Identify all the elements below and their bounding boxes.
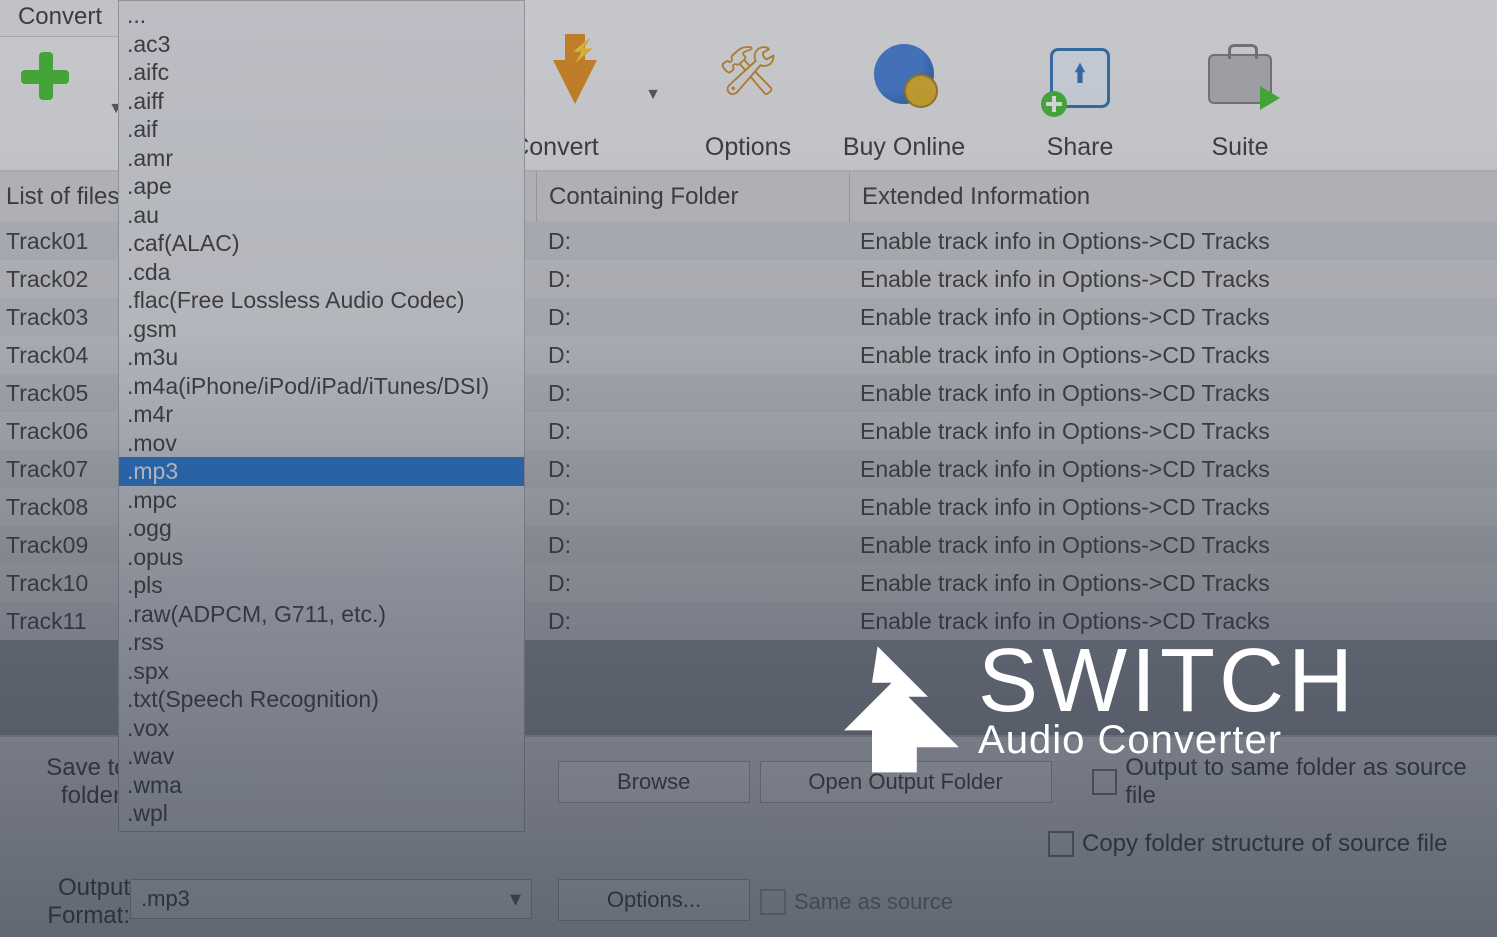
same-as-source-label: Same as source: [794, 889, 953, 915]
file-folder: D:: [536, 266, 848, 293]
file-ext-info: Enable track info in Options->CD Tracks: [848, 456, 1497, 483]
output-format-value: .mp3: [141, 886, 190, 912]
format-option[interactable]: .txt(Speech Recognition): [119, 685, 524, 714]
options-label: Options: [668, 133, 828, 162]
format-option[interactable]: .gsm: [119, 315, 524, 344]
add-files-button[interactable]: ▼ Add File(s): [0, 34, 120, 170]
output-format-label: Output Format:: [0, 874, 140, 930]
checkbox-icon: [1048, 831, 1074, 857]
format-option[interactable]: .vox: [119, 714, 524, 743]
format-option[interactable]: .mpc: [119, 486, 524, 515]
file-folder: D:: [536, 494, 848, 521]
file-folder: D:: [536, 532, 848, 559]
chevron-down-icon[interactable]: ▼: [645, 86, 661, 104]
brand-name: SWITCH: [978, 638, 1357, 724]
format-dropdown[interactable]: ....ac3.aifc.aiff.aif.amr.ape.au.caf(ALA…: [118, 0, 525, 832]
suite-label: Suite: [1160, 133, 1320, 162]
format-option[interactable]: .wma: [119, 771, 524, 800]
share-icon: [1050, 48, 1110, 108]
browse-button[interactable]: Browse: [558, 761, 750, 803]
file-ext-info: Enable track info in Options->CD Tracks: [848, 304, 1497, 331]
file-folder: D:: [536, 380, 848, 407]
buy-online-button[interactable]: Buy Online: [824, 38, 984, 170]
format-option[interactable]: .aifc: [119, 58, 524, 87]
share-button[interactable]: Share: [1000, 38, 1160, 170]
format-option[interactable]: .au: [119, 201, 524, 230]
format-option[interactable]: .aiff: [119, 87, 524, 116]
format-option[interactable]: .m4r: [119, 400, 524, 429]
options-button[interactable]: 🛠 Options: [668, 38, 828, 170]
file-ext-info: Enable track info in Options->CD Tracks: [848, 380, 1497, 407]
convert-arrow-icon: ⚡: [553, 60, 597, 104]
copy-structure-label: Copy folder structure of source file: [1082, 830, 1448, 858]
format-option[interactable]: .mp3: [119, 457, 524, 486]
file-ext-info: Enable track info in Options->CD Tracks: [848, 532, 1497, 559]
col-folder[interactable]: Containing Folder: [536, 172, 849, 222]
format-option[interactable]: .m4a(iPhone/iPod/iPad/iTunes/DSI): [119, 372, 524, 401]
file-ext-info: Enable track info in Options->CD Tracks: [848, 266, 1497, 293]
suite-button[interactable]: Suite: [1160, 38, 1320, 170]
file-ext-info: Enable track info in Options->CD Tracks: [848, 418, 1497, 445]
format-option[interactable]: .cda: [119, 258, 524, 287]
brand-logo: SWITCH Audio Converter: [830, 638, 1357, 778]
format-option[interactable]: .flac(Free Lossless Audio Codec): [119, 286, 524, 315]
output-format-combo[interactable]: .mp3 ▾: [130, 879, 532, 919]
plus-icon: [17, 48, 73, 104]
format-option[interactable]: .m3u: [119, 343, 524, 372]
format-option[interactable]: .aif: [119, 115, 524, 144]
format-option[interactable]: .pls: [119, 571, 524, 600]
file-ext-info: Enable track info in Options->CD Tracks: [848, 494, 1497, 521]
convert-menu[interactable]: Convert: [0, 0, 121, 37]
app-root: Convert ▼ Add File(s) ⚡ ▼ Convert 🛠 Opti…: [0, 0, 1497, 937]
format-option[interactable]: .ac3: [119, 30, 524, 59]
format-option[interactable]: .mov: [119, 429, 524, 458]
file-folder: D:: [536, 342, 848, 369]
format-option[interactable]: .ape: [119, 172, 524, 201]
col-ext[interactable]: Extended Information: [849, 172, 1497, 222]
share-label: Share: [1000, 133, 1160, 162]
format-option[interactable]: .rss: [119, 628, 524, 657]
file-folder: D:: [536, 304, 848, 331]
format-option[interactable]: .amr: [119, 144, 524, 173]
format-option[interactable]: .raw(ADPCM, G711, etc.): [119, 600, 524, 629]
format-option[interactable]: ...: [119, 1, 524, 30]
file-ext-info: Enable track info in Options->CD Tracks: [848, 570, 1497, 597]
file-ext-info: Enable track info in Options->CD Tracks: [848, 228, 1497, 255]
format-option[interactable]: .caf(ALAC): [119, 229, 524, 258]
globe-icon: [874, 44, 934, 104]
file-folder: D:: [536, 570, 848, 597]
save-to-label: Save to folder:: [0, 754, 138, 810]
copy-structure-checkbox[interactable]: Copy folder structure of source file: [1048, 830, 1448, 858]
format-option[interactable]: .opus: [119, 543, 524, 572]
file-folder: D:: [536, 228, 848, 255]
format-option[interactable]: .ogg: [119, 514, 524, 543]
file-folder: D:: [536, 418, 848, 445]
checkbox-icon: [760, 889, 786, 915]
same-as-source-checkbox[interactable]: Same as source: [760, 889, 953, 915]
switch-arrow-icon: [830, 638, 970, 778]
encoder-options-button[interactable]: Options...: [558, 879, 750, 921]
briefcase-icon: [1208, 54, 1272, 104]
chevron-down-icon: ▾: [510, 886, 521, 912]
format-option[interactable]: .wav: [119, 742, 524, 771]
buy-online-label: Buy Online: [824, 133, 984, 162]
file-ext-info: Enable track info in Options->CD Tracks: [848, 342, 1497, 369]
file-folder: D:: [536, 456, 848, 483]
format-option[interactable]: .spx: [119, 657, 524, 686]
file-folder: D:: [536, 608, 848, 635]
format-option[interactable]: .wpl: [119, 799, 524, 828]
wrench-icon: 🛠: [718, 42, 779, 99]
